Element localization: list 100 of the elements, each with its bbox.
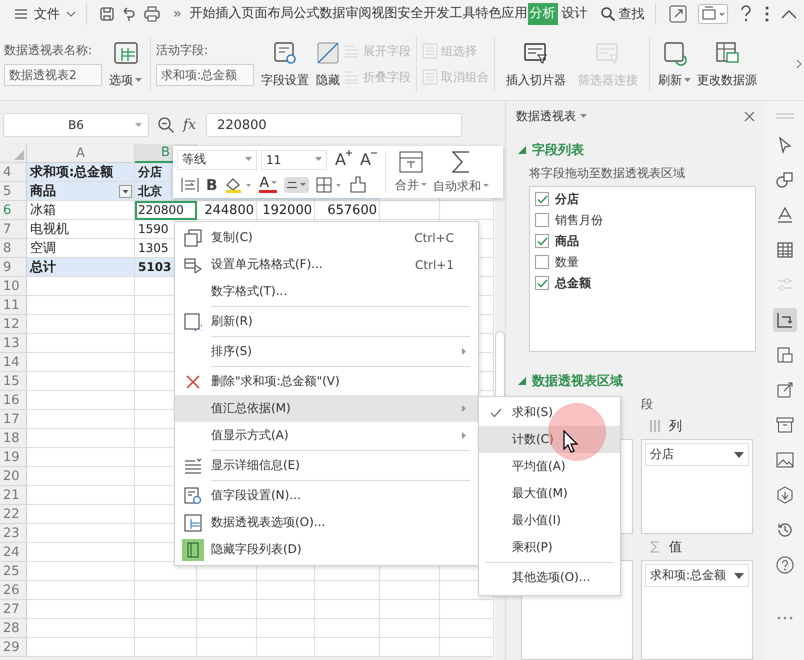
row-number[interactable]: 14	[0, 353, 27, 372]
hint-text: 将字段拖动至数据透视表区域	[529, 165, 686, 182]
ribbon-tab[interactable]: 设计	[562, 3, 588, 25]
menu-item[interactable]: 求和(S)	[479, 399, 620, 426]
ribbon-tab[interactable]: 公式	[294, 3, 320, 25]
menu-item[interactable]: 隐藏字段列表(D)	[175, 536, 478, 563]
field-checkbox[interactable]: 商品	[535, 233, 750, 249]
row-number[interactable]: 12	[0, 315, 27, 334]
row-number[interactable]: 8	[0, 239, 27, 258]
menu-item[interactable]: 刷新(R)	[175, 305, 478, 335]
menu-item[interactable]: 排序(S)	[175, 335, 478, 365]
ribbon-tab[interactable]: 视图	[372, 3, 398, 25]
merge-button[interactable]: 合并	[392, 150, 430, 194]
ribbon-tab[interactable]: 安全	[398, 3, 424, 25]
refresh-button[interactable]: 刷新	[655, 36, 694, 92]
field-checkbox[interactable]: 总金额	[535, 275, 750, 291]
row-number[interactable]: 20	[0, 467, 27, 486]
pivot-name-field[interactable]: 数据透视表2	[4, 64, 102, 86]
row-number[interactable]: 9	[0, 258, 27, 277]
menu-item[interactable]: 最小值(I)	[479, 507, 620, 534]
field-checkbox[interactable]: 分店	[535, 191, 750, 207]
field-checkbox[interactable]: 数量	[535, 254, 750, 270]
row-number[interactable]: 23	[0, 524, 27, 543]
search-button[interactable]: 查找	[600, 5, 645, 23]
bold-button[interactable]: B	[206, 176, 218, 194]
menu-item[interactable]: 删除"求和项:总金额"(V)	[175, 365, 478, 395]
table-cell: 商品	[27, 182, 135, 201]
menu-item[interactable]: 最大值(M)	[479, 480, 620, 507]
ribbon-button[interactable]: 插入切片器	[500, 36, 572, 92]
row-number[interactable]: 10	[0, 277, 27, 296]
ribbon-tab[interactable]: 页面布局	[242, 3, 294, 25]
field-label: 活动字段:	[156, 42, 210, 59]
menu-item[interactable]: 值汇总依据(M)	[175, 395, 478, 422]
row-number[interactable]: 17	[0, 410, 27, 429]
menu-item[interactable]: 平均值(A)	[479, 453, 620, 480]
font-color-button[interactable]: A	[259, 176, 278, 193]
table-cell: 总计	[27, 258, 135, 277]
table-cell: 冰箱	[27, 201, 135, 220]
ribbon-tab[interactable]: 插入	[216, 3, 242, 25]
shrink-font-button[interactable]: A	[360, 150, 377, 169]
field-checkbox[interactable]: 销售月份	[535, 212, 750, 228]
row-number[interactable]: 22	[0, 505, 27, 524]
font-size-dropdown[interactable]: 11	[261, 150, 327, 170]
ribbon-tab[interactable]: 开始	[190, 3, 216, 25]
row-number[interactable]: 15	[0, 372, 27, 391]
menu-item[interactable]: 显示详细信息(E)	[175, 449, 478, 479]
ribbon-tab[interactable]: 开发工具	[424, 3, 476, 25]
field-settings-button[interactable]: 字段设置	[258, 36, 312, 92]
row-number[interactable]: 4	[0, 163, 27, 182]
row-number[interactable]: 24	[0, 543, 27, 562]
table-cell: 244800	[197, 201, 257, 220]
row-number[interactable]: 16	[0, 391, 27, 410]
table-cell: 220800	[135, 201, 197, 220]
area-field-item[interactable]: 分店	[645, 443, 749, 466]
row-number[interactable]: 18	[0, 429, 27, 448]
table-cell: 657600	[315, 201, 380, 220]
area-field-item[interactable]: 求和项:总金额	[645, 564, 749, 587]
row-number[interactable]: 25	[0, 562, 27, 581]
menu-item[interactable]: 数字格式(T)...	[175, 278, 478, 305]
active-field-field[interactable]: 求和项:总金额	[156, 64, 254, 86]
section-heading: 数据透视表区域	[532, 373, 623, 390]
panel-title[interactable]: 数据透视表	[516, 108, 587, 124]
row-number[interactable]: 11	[0, 296, 27, 315]
menu-item[interactable]: 值显示方式(A)	[175, 422, 478, 449]
menu-item[interactable]: 计数(C)	[479, 426, 620, 453]
row-number[interactable]: 29	[0, 638, 27, 657]
hide-button[interactable]: 隐藏	[312, 36, 344, 92]
area-label: 列	[669, 418, 682, 435]
menu-item[interactable]: 值字段设置(N)...	[175, 479, 478, 509]
row-number[interactable]: 21	[0, 486, 27, 505]
function-button[interactable]: fx	[183, 117, 196, 133]
field-label: 数据透视表名称:	[4, 42, 94, 59]
hint-text: 段	[641, 397, 653, 411]
row-number[interactable]: 13	[0, 334, 27, 353]
font-dropdown[interactable]: 等线	[177, 150, 257, 170]
row-number[interactable]: 7	[0, 220, 27, 239]
options-button[interactable]: 选项	[106, 36, 145, 92]
autosum-button[interactable]: 自动求和	[430, 150, 492, 194]
table-cell: 192000	[257, 201, 315, 220]
more-tabs-button[interactable]: »	[173, 6, 182, 22]
grow-font-button[interactable]: A	[335, 150, 352, 169]
file-menu-button[interactable]: 文件	[14, 3, 76, 25]
row-number[interactable]: 6	[0, 201, 27, 220]
row-number[interactable]: 27	[0, 600, 27, 619]
row-number[interactable]: 19	[0, 448, 27, 467]
ribbon-tab[interactable]: 数据	[320, 3, 346, 25]
table-cell: 求和项:总金额	[27, 163, 135, 182]
table-cell: 电视机	[27, 220, 135, 239]
ribbon-tab[interactable]: 特色应用	[476, 3, 528, 25]
menu-item[interactable]: 乘积(P)	[479, 534, 620, 561]
change-source-button[interactable]: 更改数据源	[694, 36, 760, 92]
ribbon-tab[interactable]: 审阅	[346, 3, 372, 25]
row-number[interactable]: 26	[0, 581, 27, 600]
menu-item[interactable]: 数据透视表选项(O)...	[175, 509, 478, 536]
row-number[interactable]: 5	[0, 182, 27, 201]
formula-field[interactable]: 220800	[206, 113, 462, 137]
row-number[interactable]: 28	[0, 619, 27, 638]
area-label: 值	[669, 539, 682, 556]
menu-item[interactable]: 其他选项(O)...	[479, 561, 620, 591]
cell-reference-field[interactable]: B6	[3, 113, 149, 137]
